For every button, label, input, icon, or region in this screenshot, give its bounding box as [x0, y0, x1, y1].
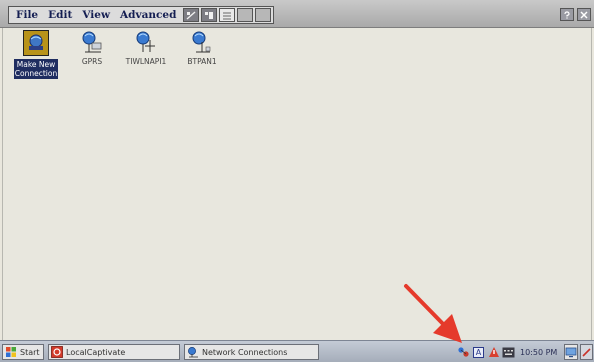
list-icon	[223, 12, 232, 19]
windows-flag-icon	[6, 347, 16, 357]
input-method-label: A	[473, 346, 484, 358]
pen-icon	[582, 347, 591, 357]
large-icons-button[interactable]	[183, 8, 200, 22]
large-icons-icon	[186, 10, 196, 20]
menu-bar: File Edit View Advanced	[0, 0, 594, 28]
task-label: Network Connections	[202, 347, 288, 357]
connection-label: BTPAN1	[187, 57, 217, 66]
clock[interactable]: 10:50 PM	[520, 348, 557, 357]
details-button[interactable]	[201, 8, 218, 22]
network-status-icon[interactable]	[457, 346, 470, 359]
connection-label: TIWLNAPI1	[125, 57, 167, 66]
task-network-connections[interactable]: Network Connections	[184, 344, 319, 360]
menu-view[interactable]: View	[77, 7, 115, 23]
task-localcaptivate[interactable]: LocalCaptivate	[48, 344, 180, 360]
localcaptivate-icon	[51, 346, 63, 358]
connection-make-new[interactable]: Make New Connection	[5, 30, 67, 80]
connection-btpan1[interactable]: BTPAN1	[171, 30, 233, 66]
list-button[interactable]	[219, 8, 236, 22]
close-button[interactable]	[577, 8, 591, 21]
connection-gprs[interactable]: GPRS	[61, 30, 123, 66]
network-connections-icon	[188, 347, 198, 358]
details-icon	[205, 11, 214, 19]
task-label: LocalCaptivate	[66, 347, 126, 357]
connections-list-view: Make New Connection GPRS TIWLNAPI1 BTPAN…	[2, 28, 592, 340]
input-method-icon[interactable]: A	[472, 346, 485, 359]
menu-edit[interactable]: Edit	[43, 7, 77, 23]
connection-label: GPRS	[81, 57, 103, 66]
keyboard-icon[interactable]	[502, 346, 515, 359]
pen-input-button[interactable]	[580, 344, 593, 360]
help-icon	[564, 10, 570, 19]
toolbar-blank-button-2[interactable]	[255, 8, 272, 22]
network-connection-icon	[190, 30, 214, 54]
menu-file[interactable]: File	[11, 7, 43, 23]
system-tray: A 10:50 PM	[457, 344, 561, 360]
start-button[interactable]: Start	[2, 344, 44, 360]
make-new-connection-icon	[23, 30, 49, 56]
network-connection-icon	[134, 30, 158, 54]
menu-advanced[interactable]: Advanced	[115, 7, 181, 23]
network-connection-icon	[80, 30, 104, 54]
help-button[interactable]	[560, 8, 574, 21]
connection-tiwlnapi1[interactable]: TIWLNAPI1	[115, 30, 177, 66]
menu-strip: File Edit View Advanced	[8, 6, 275, 24]
alert-icon[interactable]	[487, 346, 500, 359]
taskbar: Start LocalCaptivate Network Connections…	[0, 340, 594, 362]
desktop-icon	[565, 347, 577, 358]
start-label: Start	[20, 347, 40, 357]
toolbar-blank-button-1[interactable]	[237, 8, 254, 22]
close-icon	[580, 11, 588, 18]
connection-label: Make New Connection	[13, 59, 59, 79]
desktop-button[interactable]	[564, 344, 578, 360]
